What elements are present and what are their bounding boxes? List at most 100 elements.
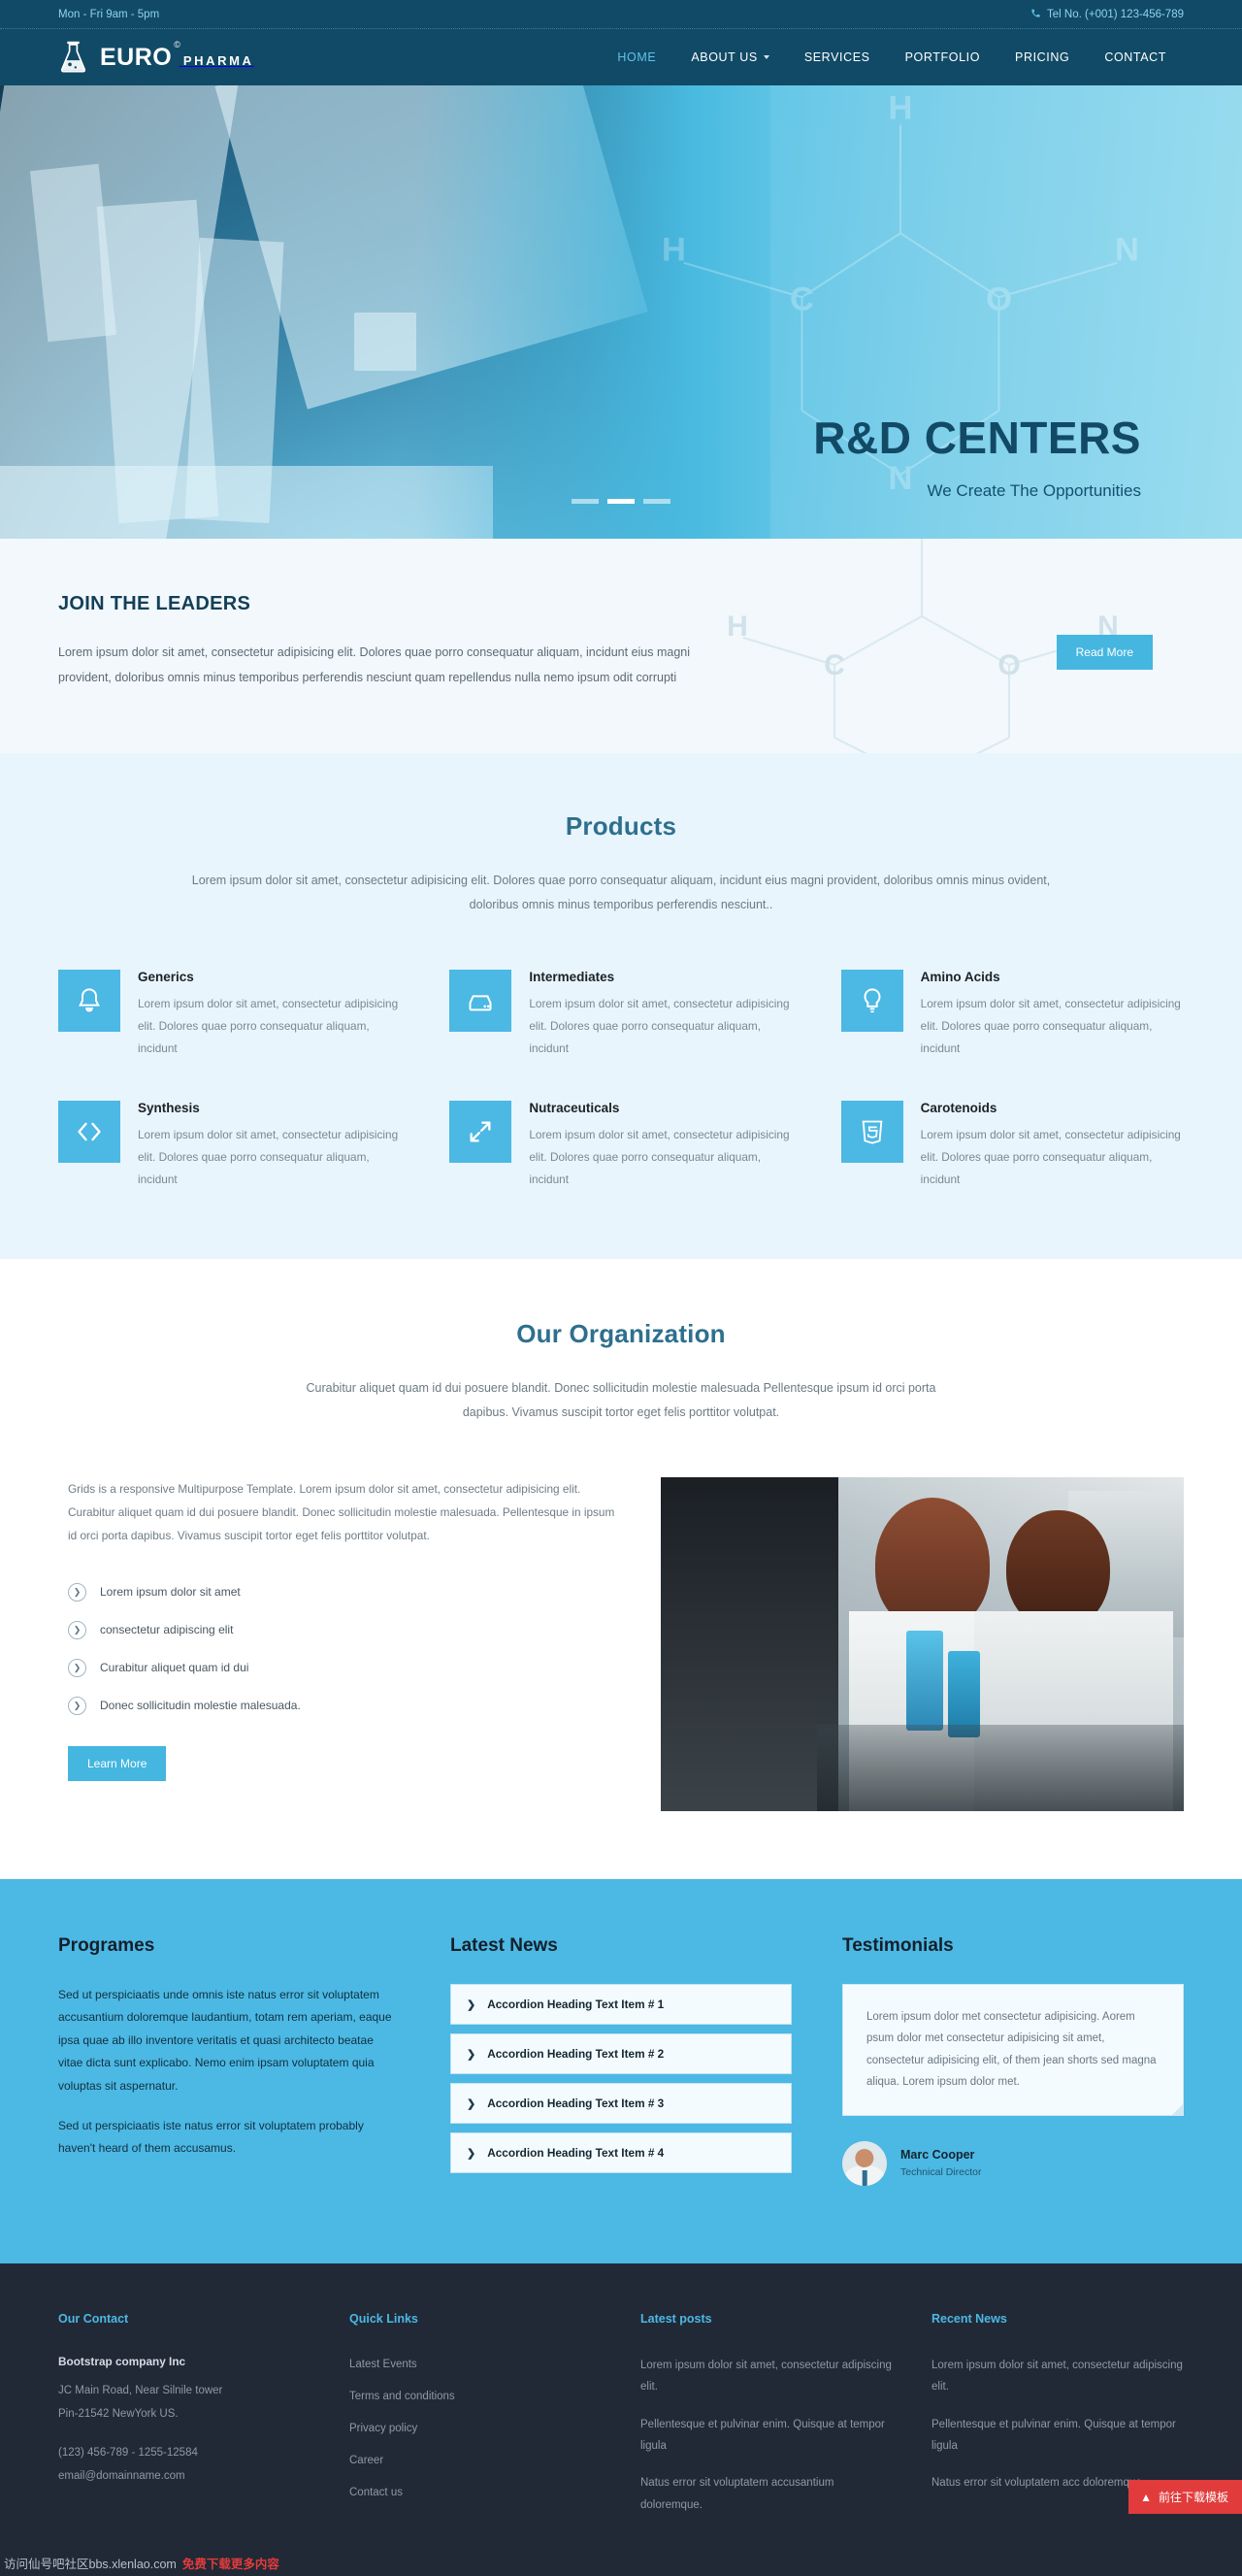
programes-paragraph-1: Sed ut perspiciaatis unde omnis iste nat… xyxy=(58,1988,392,2093)
hdd-icon xyxy=(449,970,512,1032)
carousel-indicator-1[interactable] xyxy=(572,499,599,504)
product-body: Lorem ipsum dolor sit amet, consectetur … xyxy=(920,1128,1181,1186)
chevron-right-circle-icon: ❯ xyxy=(68,1582,86,1602)
quick-link[interactable]: Latest Events xyxy=(349,2359,417,2370)
learn-more-button[interactable]: Learn More xyxy=(68,1745,167,1781)
nav-item-contact[interactable]: CONTACT xyxy=(1087,43,1184,72)
svg-text:O: O xyxy=(997,649,1020,681)
list-item-label: Curabitur aliquet quam id dui xyxy=(100,1661,249,1675)
footer-heading: Our Contact xyxy=(58,2311,129,2326)
registered-mark: © xyxy=(174,40,181,50)
join-title: JOIN THE LEADERS xyxy=(58,593,251,614)
logo-link[interactable]: EURO © PHARMA xyxy=(58,41,253,74)
carousel-indicator-2[interactable] xyxy=(607,499,635,504)
svg-text:O: O xyxy=(986,281,1012,317)
top-bar: Mon - Fri 9am - 5pm Tel No. (+001) 123-4… xyxy=(0,0,1242,29)
product-body: Lorem ipsum dolor sit amet, consectetur … xyxy=(138,1128,399,1186)
product-title: Carotenoids xyxy=(920,1101,997,1115)
product-body: Lorem ipsum dolor sit amet, consectetur … xyxy=(138,997,399,1055)
nav-item-home[interactable]: HOME xyxy=(600,43,673,72)
company-name: Bootstrap company Inc xyxy=(58,2354,186,2368)
list-item[interactable]: Terms and conditions xyxy=(349,2387,602,2404)
footer-post[interactable]: Pellentesque et pulvinar enim. Quisque a… xyxy=(640,2414,893,2458)
footer-post[interactable]: Natus error sit voluptatem accusantium d… xyxy=(640,2472,893,2516)
footer-phone[interactable]: (123) 456-789 - 1255-12584 xyxy=(58,2441,310,2464)
chevron-right-circle-icon: ❯ xyxy=(68,1658,86,1677)
chevron-right-icon: ❯ xyxy=(467,2097,476,2110)
carousel-indicator-3[interactable] xyxy=(643,499,670,504)
join-body: Lorem ipsum dolor sit amet, consectetur … xyxy=(58,645,691,684)
products-grid: Generics Lorem ipsum dolor sit amet, con… xyxy=(58,970,1184,1191)
products-section: Products Lorem ipsum dolor sit amet, con… xyxy=(0,753,1242,1259)
read-more-button[interactable]: Read More xyxy=(1056,635,1153,670)
product-card-intermediates[interactable]: Intermediates Lorem ipsum dolor sit amet… xyxy=(449,970,792,1060)
bell-icon xyxy=(58,970,120,1032)
list-item[interactable]: ❯ Curabitur aliquet quam id dui xyxy=(68,1649,626,1687)
product-title: Generics xyxy=(138,970,194,984)
hero-subtitle: We Create The Opportunities xyxy=(927,481,1142,500)
nav-item-about-us[interactable]: ABOUT US xyxy=(673,43,786,72)
chevron-right-icon: ❯ xyxy=(467,2048,476,2061)
nav-item-portfolio[interactable]: PORTFOLIO xyxy=(888,43,997,72)
footer-post[interactable]: Pellentesque et pulvinar enim. Quisque a… xyxy=(932,2414,1184,2458)
nav-item-pricing[interactable]: PRICING xyxy=(997,43,1087,72)
footer-column-latest-posts: Latest posts Lorem ipsum dolor sit amet,… xyxy=(640,2312,893,2532)
site-footer: Our Contact Bootstrap company Inc JC Mai… xyxy=(0,2262,1242,2576)
accordion-item[interactable]: ❯ Accordion Heading Text Item # 3 xyxy=(450,2083,792,2124)
three-column-panels: Programes Sed ut perspiciaatis unde omni… xyxy=(0,1879,1242,2263)
list-item[interactable]: ❯ consectetur adipiscing elit xyxy=(68,1611,626,1649)
accordion-item[interactable]: ❯ Accordion Heading Text Item # 4 xyxy=(450,2132,792,2173)
list-item[interactable]: Latest Events xyxy=(349,2355,602,2372)
quick-link[interactable]: Privacy policy xyxy=(349,2423,417,2434)
programes-paragraph-2: Sed ut perspiciaatis iste natus error si… xyxy=(58,2118,364,2156)
footer-email[interactable]: email@domainname.com xyxy=(58,2464,310,2488)
programes-title: Programes xyxy=(58,1935,155,1956)
footer-post[interactable]: Lorem ipsum dolor sit amet, consectetur … xyxy=(932,2355,1184,2398)
telephone-number: Tel No. (+001) 123-456-789 xyxy=(1047,8,1184,20)
accordion-label: Accordion Heading Text Item # 1 xyxy=(487,1998,665,2011)
accordion-label: Accordion Heading Text Item # 4 xyxy=(487,2146,665,2160)
list-item[interactable]: ❯ Lorem ipsum dolor sit amet xyxy=(68,1573,626,1611)
expand-arrows-icon xyxy=(449,1101,512,1163)
product-card-amino-acids[interactable]: Amino Acids Lorem ipsum dolor sit amet, … xyxy=(840,970,1184,1060)
product-body: Lorem ipsum dolor sit amet, consectetur … xyxy=(529,1128,790,1186)
carousel-indicators xyxy=(572,499,670,504)
brand-tagline: PHARMA xyxy=(182,52,254,68)
list-item[interactable]: Contact us xyxy=(349,2483,602,2500)
footer-heading: Recent News xyxy=(932,2311,1007,2326)
chevron-right-icon: ❯ xyxy=(467,1998,476,2011)
product-card-synthesis[interactable]: Synthesis Lorem ipsum dolor sit amet, co… xyxy=(58,1101,401,1191)
author-role: Technical Director xyxy=(900,2166,982,2179)
product-card-carotenoids[interactable]: Carotenoids Lorem ipsum dolor sit amet, … xyxy=(840,1101,1184,1191)
address-line-2: Pin-21542 NewYork US. xyxy=(58,2407,179,2420)
accordion-label: Accordion Heading Text Item # 2 xyxy=(487,2047,665,2061)
footer-column-quick-links: Quick Links Latest Events Terms and cond… xyxy=(349,2312,602,2532)
nav-item-services[interactable]: SERVICES xyxy=(787,43,888,72)
accordion-item[interactable]: ❯ Accordion Heading Text Item # 2 xyxy=(450,2033,792,2074)
watermark: 访问仙号吧社区bbs.xlenlao.com 免费下载更多内容 xyxy=(0,2554,1242,2576)
watermark-red-text: 免费下载更多内容 xyxy=(181,2558,279,2572)
site-header: EURO © PHARMA HOME ABOUT US SERVICES PORT… xyxy=(0,29,1242,85)
footer-post[interactable]: Lorem ipsum dolor sit amet, consectetur … xyxy=(640,2355,893,2398)
quick-link[interactable]: Career xyxy=(349,2455,383,2466)
products-lead: Lorem ipsum dolor sit amet, consectetur … xyxy=(191,874,1051,911)
product-card-generics[interactable]: Generics Lorem ipsum dolor sit amet, con… xyxy=(58,970,401,1060)
latest-news-panel: Latest News ❯ Accordion Heading Text Item… xyxy=(450,1935,792,2186)
product-card-nutraceuticals[interactable]: Nutraceuticals Lorem ipsum dolor sit ame… xyxy=(449,1101,792,1191)
accordion-item[interactable]: ❯ Accordion Heading Text Item # 1 xyxy=(450,1984,792,2025)
hero-copy: R&D CENTERS We Create The Opportunities xyxy=(813,415,1141,501)
list-item[interactable]: Career xyxy=(349,2451,602,2468)
brand-name: EURO © xyxy=(100,40,181,71)
badge-label: 前往下载模板 xyxy=(1158,2491,1228,2505)
quick-link[interactable]: Contact us xyxy=(349,2487,403,2498)
list-item[interactable]: ❯ Donec sollicitudin molestie malesuada. xyxy=(68,1687,626,1725)
latest-news-title: Latest News xyxy=(450,1935,558,1956)
html5-icon xyxy=(840,1101,903,1163)
list-item[interactable]: Privacy policy xyxy=(349,2419,602,2436)
svg-text:C: C xyxy=(824,649,845,681)
quick-link[interactable]: Terms and conditions xyxy=(349,2391,455,2402)
telephone-block[interactable]: Tel No. (+001) 123-456-789 xyxy=(1030,8,1184,21)
testimonial-quote: Lorem ipsum dolor met consectetur adipis… xyxy=(842,1984,1184,2116)
download-template-badge[interactable]: ▲ 前往下载模板 xyxy=(1128,2480,1242,2515)
testimonials-title: Testimonials xyxy=(842,1935,954,1956)
